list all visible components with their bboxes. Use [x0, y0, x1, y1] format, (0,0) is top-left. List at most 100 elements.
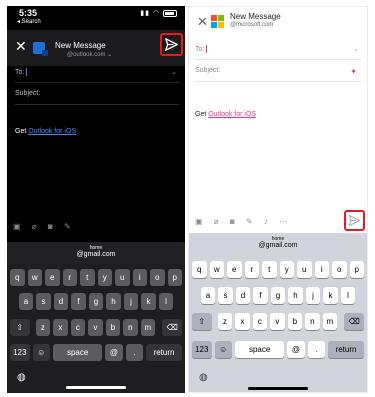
from-account[interactable]: @microsoft.com [230, 22, 273, 28]
key-w[interactable]: w [27, 269, 42, 286]
key-s[interactable]: s [36, 293, 51, 310]
to-field[interactable]: To: [15, 68, 28, 76]
pen-icon[interactable]: ✎ [64, 222, 71, 231]
key-p[interactable]: p [349, 261, 364, 278]
emoji-key[interactable]: ☺ [214, 341, 232, 358]
space-key[interactable]: space [234, 341, 285, 358]
key-f[interactable]: f [71, 293, 86, 310]
subject-field[interactable]: Subject: [195, 67, 220, 74]
more-icon[interactable]: ⋯ [279, 217, 287, 226]
key-b[interactable]: b [287, 313, 303, 330]
key-n[interactable]: n [123, 319, 138, 336]
key-e[interactable]: e [227, 261, 242, 278]
message-body[interactable]: Get Outlook for iOS [195, 111, 256, 118]
back-to-search-link[interactable]: ◂ Search [17, 18, 41, 25]
from-account[interactable]: @outlook.com ⌄ [67, 51, 112, 58]
key-b[interactable]: b [105, 319, 121, 336]
key-r[interactable]: r [244, 261, 259, 278]
key-f[interactable]: f [253, 287, 268, 304]
key-w[interactable]: w [209, 261, 224, 278]
camera-icon[interactable]: ◙ [48, 222, 53, 231]
microphone-icon[interactable]: ♪ [264, 217, 268, 226]
send-button[interactable] [160, 33, 183, 56]
backspace-key[interactable]: ⌫ [344, 313, 364, 330]
key-z[interactable]: z [217, 313, 233, 330]
key-z[interactable]: z [35, 319, 51, 336]
key-v[interactable]: v [270, 313, 285, 330]
at-key[interactable]: @ [287, 341, 305, 358]
subject-field[interactable]: Subject: [15, 90, 40, 97]
key-c[interactable]: c [252, 313, 268, 330]
key-l[interactable]: l [340, 287, 356, 304]
quicktype-suggestion[interactable]: home @gmail.com [189, 233, 367, 255]
key-k[interactable]: k [141, 293, 156, 310]
dot-key[interactable]: . [307, 341, 326, 358]
attachment-icon[interactable]: ⌀ [32, 222, 37, 231]
numbers-key[interactable]: 123 [10, 344, 30, 361]
key-y[interactable]: y [97, 269, 112, 286]
key-a[interactable]: a [18, 293, 34, 310]
return-key[interactable]: return [328, 341, 364, 358]
key-m[interactable]: m [140, 319, 156, 336]
shift-key[interactable]: ⇧ [10, 319, 30, 336]
key-g[interactable]: g [270, 287, 286, 304]
key-c[interactable]: c [70, 319, 86, 336]
space-key[interactable]: space [52, 344, 103, 361]
key-v[interactable]: v [88, 319, 103, 336]
at-key[interactable]: @ [105, 344, 123, 361]
key-i[interactable]: i [314, 261, 329, 278]
key-t[interactable]: t [80, 269, 95, 286]
key-y[interactable]: y [279, 261, 294, 278]
globe-icon[interactable]: ◍ [199, 372, 208, 383]
shift-key[interactable]: ⇧ [192, 313, 212, 330]
return-key[interactable]: return [146, 344, 182, 361]
key-e[interactable]: e [45, 269, 60, 286]
outlook-for-ios-link[interactable]: Outlook for iOS [208, 111, 256, 118]
outlook-for-ios-link[interactable]: Outlook for iOS [28, 128, 76, 135]
key-t[interactable]: t [262, 261, 277, 278]
key-i[interactable]: i [132, 269, 147, 286]
close-icon[interactable]: ✕ [197, 15, 208, 28]
message-body[interactable]: Get Outlook for iOS [15, 128, 76, 135]
key-a[interactable]: a [200, 287, 216, 304]
attachment-icon[interactable]: ⌀ [214, 217, 219, 226]
dot-key[interactable]: . [125, 344, 144, 361]
globe-icon[interactable]: ◍ [17, 372, 26, 383]
chevron-down-icon[interactable]: ⌄ [353, 45, 359, 53]
key-n[interactable]: n [305, 313, 320, 330]
pen-icon[interactable]: ✎ [246, 217, 253, 226]
backspace-key[interactable]: ⌫ [162, 319, 182, 336]
camera-icon[interactable]: ◙ [230, 217, 235, 226]
attach-file-icon[interactable]: ▣ [195, 217, 203, 226]
key-q[interactable]: q [10, 269, 25, 286]
key-d[interactable]: d [53, 293, 69, 310]
key-l[interactable]: l [158, 293, 174, 310]
key-u[interactable]: u [115, 269, 130, 286]
key-u[interactable]: u [297, 261, 312, 278]
quicktype-suggestion[interactable]: home @gmail.com [7, 242, 185, 264]
attach-file-icon[interactable]: ▣ [13, 222, 21, 231]
key-o[interactable]: o [332, 261, 347, 278]
emoji-key[interactable]: ☺ [32, 344, 50, 361]
numbers-key[interactable]: 123 [192, 341, 212, 358]
key-q[interactable]: q [192, 261, 207, 278]
key-d[interactable]: d [235, 287, 251, 304]
send-button[interactable] [344, 210, 365, 231]
key-s[interactable]: s [218, 287, 233, 304]
key-o[interactable]: o [150, 269, 165, 286]
key-j[interactable]: j [305, 287, 321, 304]
close-icon[interactable]: ✕ [15, 39, 27, 53]
key-h[interactable]: h [288, 287, 303, 304]
key-j[interactable]: j [123, 293, 139, 310]
chevron-down-icon[interactable]: ⌄ [171, 68, 177, 76]
key-h[interactable]: h [106, 293, 121, 310]
key-x[interactable]: x [53, 319, 68, 336]
to-field[interactable]: To: [195, 45, 208, 53]
key-g[interactable]: g [88, 293, 104, 310]
key-m[interactable]: m [322, 313, 338, 330]
sensitivity-icon[interactable]: ✦ [350, 67, 357, 76]
key-x[interactable]: x [235, 313, 250, 330]
key-p[interactable]: p [167, 269, 182, 286]
key-k[interactable]: k [323, 287, 338, 304]
key-r[interactable]: r [62, 269, 77, 286]
